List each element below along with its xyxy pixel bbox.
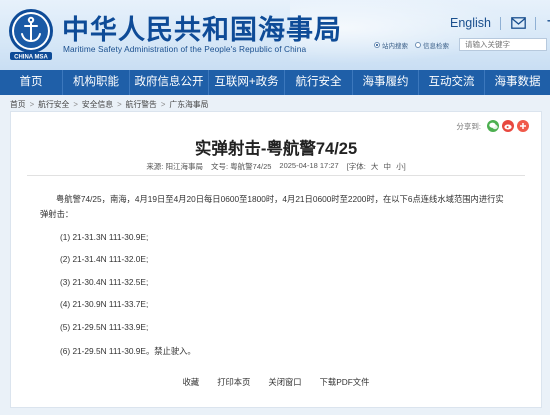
font-size-end: ] (403, 162, 406, 171)
coordinate-point: (4) 21-30.9N 111-33.7E; (60, 299, 149, 309)
weibo-icon[interactable] (502, 120, 514, 132)
font-size-label: [字体: (346, 162, 366, 171)
title-divider (27, 175, 525, 176)
accessibility-icon[interactable] (545, 15, 550, 31)
svg-text:CHINA MSA: CHINA MSA (14, 55, 48, 61)
search-input[interactable] (459, 38, 547, 51)
nav-convention[interactable]: 海事履约 (353, 70, 419, 95)
search-option-site[interactable]: 站内搜索 (374, 40, 408, 50)
search-option-info[interactable]: 信息检索 (415, 40, 449, 50)
wechat-icon[interactable] (487, 120, 499, 132)
nav-home[interactable]: 首页 (0, 70, 63, 95)
site-title: 中华人民共和国海事局 (62, 15, 342, 46)
radio-unselected[interactable] (415, 42, 421, 48)
main-nav: 首页 机构职能 政府信息公开 互联网+政务 航行安全 海事履约 互动交流 海事数… (0, 70, 550, 95)
search-scope: 站内搜索 信息检索 (374, 40, 449, 50)
mail-icon[interactable] (510, 15, 526, 31)
tool-divider (535, 16, 536, 30)
coordinate-point: (6) 21-29.5N 111-30.9E。禁止驶入。 (60, 346, 196, 356)
share-label: 分享到: (456, 121, 481, 131)
article-paragraph: 粤航警74/25，南海，4月19日至4月20日每日0600至1800时，4月21… (40, 194, 504, 219)
site-header: CHINA MSA 中华人民共和国海事局 Maritime Safety Adm… (0, 0, 550, 70)
crumb-safety-info[interactable]: 安全信息 (82, 99, 113, 110)
article-title: 实弹射击-粤航警74/25 (194, 140, 358, 158)
coordinate-point: (3) 21-30.4N 111-32.5E; (60, 277, 149, 287)
radio-selected[interactable] (374, 42, 380, 48)
close-window-button[interactable]: 关闭窗口 (268, 376, 301, 388)
crumb-separator: > (73, 100, 78, 109)
nav-data[interactable]: 海事数据 (485, 70, 550, 95)
nav-internet-services[interactable]: 互联网+政务 (209, 70, 285, 95)
article-source: 来源: 阳江海事局 (146, 162, 203, 171)
top-tools: English (450, 15, 550, 31)
crumb-separator: > (160, 100, 166, 109)
nav-gov-info[interactable]: 政府信息公开 (130, 70, 209, 95)
crumb-home[interactable]: 首页 (10, 99, 26, 110)
msa-logo-icon[interactable]: CHINA MSA (6, 7, 56, 61)
font-size-medium[interactable]: 中 (384, 161, 392, 172)
search-option-label: 信息检索 (423, 43, 449, 50)
nav-interaction[interactable]: 互动交流 (419, 70, 485, 95)
share-bar: 分享到: (456, 120, 529, 132)
nav-organization[interactable]: 机构职能 (63, 70, 130, 95)
crumb-navigation-safety[interactable]: 航行安全 (38, 99, 69, 110)
font-size-large[interactable]: 大 (371, 161, 379, 172)
article-panel: 分享到: 实弹射击-粤航警74/25 来源: 阳江海事局 文号: 粤航警74/2… (10, 111, 542, 408)
breadcrumb: 首页 > 航行安全 > 安全信息 > 航行警告 > 广东海事局 (10, 99, 208, 110)
article-date: 2025-04-18 17:27 (279, 161, 339, 170)
coordinate-point: (5) 21-29.5N 111-33.9E; (60, 322, 149, 332)
favorite-button[interactable]: 收藏 (183, 376, 200, 388)
search-option-label: 站内搜索 (382, 43, 408, 50)
font-size-control: [字体: 大 中 小] (347, 161, 406, 172)
font-size-small[interactable]: 小 (396, 161, 404, 172)
tool-divider (500, 16, 501, 30)
crumb-separator: > (117, 100, 122, 109)
print-button[interactable]: 打印本页 (217, 376, 250, 388)
crumb-warnings[interactable]: 航行警告 (126, 99, 157, 110)
article-meta: 来源: 阳江海事局 文号: 粤航警74/25 2025-04-18 17:27 … (11, 161, 541, 172)
article-doc-number: 文号: 粤航警74/25 (210, 162, 272, 171)
share-more-icon[interactable] (517, 120, 529, 132)
coordinate-point: (2) 21-31.4N 111-32.0E; (60, 254, 149, 264)
coordinate-point: (1) 21-31.3N 111-30.9E; (60, 232, 149, 242)
crumb-guangdong[interactable]: 广东海事局 (169, 99, 208, 110)
nav-navigation-safety[interactable]: 航行安全 (285, 70, 353, 95)
crumb-separator: > (29, 100, 35, 109)
english-link[interactable]: English (450, 16, 491, 30)
download-pdf-button[interactable]: 下载PDF文件 (320, 376, 370, 388)
article-actions: 收藏 打印本页 关闭窗口 下载PDF文件 (11, 376, 541, 388)
site-subtitle: Maritime Safety Administration of the Pe… (63, 44, 307, 54)
